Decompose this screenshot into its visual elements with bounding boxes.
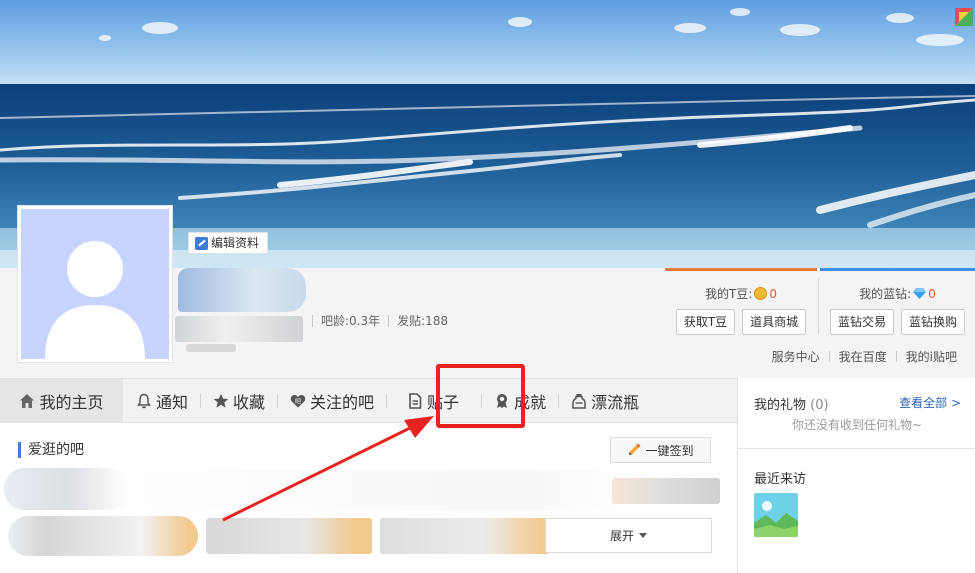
divider: [312, 314, 313, 327]
bar-item-blurred[interactable]: [8, 516, 198, 556]
favorite-bars-heading: 爱逛的吧: [18, 442, 84, 458]
my-baidu-link[interactable]: 我在百度: [839, 348, 887, 365]
expand-label: 展开: [609, 529, 634, 543]
divider: [738, 448, 975, 449]
bar-item-blurred[interactable]: [4, 468, 130, 510]
wallet-divider: [818, 278, 819, 334]
user-subtext-blurred: [186, 344, 236, 352]
tab-home-label: 我的主页: [39, 392, 104, 412]
profile-page: 编辑资料 吧龄:0.3年 发贴:188 我的T豆: 0 获取T豆 道具商城 我的…: [0, 0, 975, 573]
highlight-box: [436, 364, 525, 428]
tab-favorites-label: 收藏: [233, 392, 266, 412]
divider: [828, 351, 830, 362]
home-icon: [20, 393, 35, 408]
bell-icon: [137, 393, 151, 408]
user-badge-blurred: [175, 316, 303, 342]
divider: [895, 351, 897, 362]
tab-home[interactable]: 我的主页: [0, 378, 123, 423]
view-all-gifts-link[interactable]: 查看全部 >: [899, 394, 961, 411]
tdou-wallet: 我的T豆: 0 获取T豆 道具商城: [665, 268, 817, 340]
svg-text:吧: 吧: [295, 398, 301, 405]
edit-profile-label: 编辑资料: [211, 236, 260, 250]
tab-followed-bars[interactable]: 吧 关注的吧: [278, 379, 386, 423]
bar-item-blurred[interactable]: [206, 518, 372, 554]
default-avatar-icon: [21, 209, 169, 359]
tdou-label: 我的T豆:: [704, 287, 753, 301]
bottle-icon: [572, 393, 586, 409]
color-palette-icon[interactable]: [955, 8, 973, 26]
blue-diamond-wallet: 我的蓝钻: 0 蓝钻交易 蓝钻换购: [820, 268, 975, 340]
diamond-exchange-button[interactable]: 蓝钻换购: [901, 309, 966, 335]
recent-visitors-heading: 最近来访: [754, 472, 807, 487]
tab-favorites[interactable]: 收藏: [201, 379, 277, 423]
heart-icon: 吧: [290, 394, 306, 407]
tab-followed-bars-label: 关注的吧: [310, 392, 375, 412]
visitor-avatar[interactable]: [754, 493, 798, 537]
my-itieba-link[interactable]: 我的i贴吧: [906, 348, 957, 365]
item-store-button[interactable]: 道具商城: [742, 309, 807, 335]
landscape-image-icon: [754, 493, 798, 537]
bar-age: 吧龄:0.3年: [321, 314, 381, 328]
avatar[interactable]: [17, 205, 173, 363]
profile-nav: 我的主页 通知 收藏 吧 关注的吧 贴子 成就 漂流瓶: [0, 378, 737, 423]
get-tdou-button[interactable]: 获取T豆: [675, 309, 736, 335]
diamond-icon: [913, 288, 927, 299]
top-links: 服务中心 我在百度 我的i贴吧: [772, 348, 957, 365]
username-blurred: [178, 268, 306, 312]
service-center-link[interactable]: 服务中心: [772, 348, 820, 365]
tdou-value: 0: [769, 286, 777, 301]
post-count: 发贴:188: [397, 314, 449, 328]
gift-count: (0): [810, 398, 829, 413]
gift-heading: 我的礼物 (0): [754, 394, 829, 413]
star-icon: [213, 393, 229, 408]
edit-profile-button[interactable]: 编辑资料: [188, 232, 269, 254]
caret-down-icon: [639, 533, 647, 538]
bar-item-blurred[interactable]: [612, 478, 720, 504]
tab-notifications[interactable]: 通知: [124, 379, 200, 423]
gift-empty-text: 你还没有收到任何礼物~: [791, 418, 923, 432]
diamond-trade-button[interactable]: 蓝钻交易: [829, 309, 894, 335]
checkin-label: 一键签到: [645, 443, 694, 458]
expand-button[interactable]: 展开: [545, 518, 712, 553]
right-sidebar: 我的礼物 (0) 查看全部 > 你还没有收到任何礼物~ 最近来访: [737, 378, 975, 573]
document-icon: [409, 392, 422, 409]
coin-icon: [754, 287, 768, 300]
divider: [388, 314, 390, 327]
zuan-value: 0: [928, 286, 936, 301]
tab-drift-bottle-label: 漂流瓶: [591, 392, 640, 412]
one-click-checkin-button[interactable]: 一键签到: [610, 437, 711, 463]
user-stats: 吧龄:0.3年 发贴:188: [312, 312, 448, 329]
bar-item-blurred[interactable]: [130, 470, 620, 510]
zuan-label: 我的蓝钻:: [859, 287, 912, 301]
tab-notifications-label: 通知: [156, 392, 189, 412]
tab-drift-bottle[interactable]: 漂流瓶: [559, 379, 651, 423]
bar-item-blurred[interactable]: [380, 518, 550, 554]
pencil-icon: [629, 443, 641, 455]
edit-icon: [195, 236, 208, 250]
gift-title: 我的礼物: [754, 398, 807, 413]
